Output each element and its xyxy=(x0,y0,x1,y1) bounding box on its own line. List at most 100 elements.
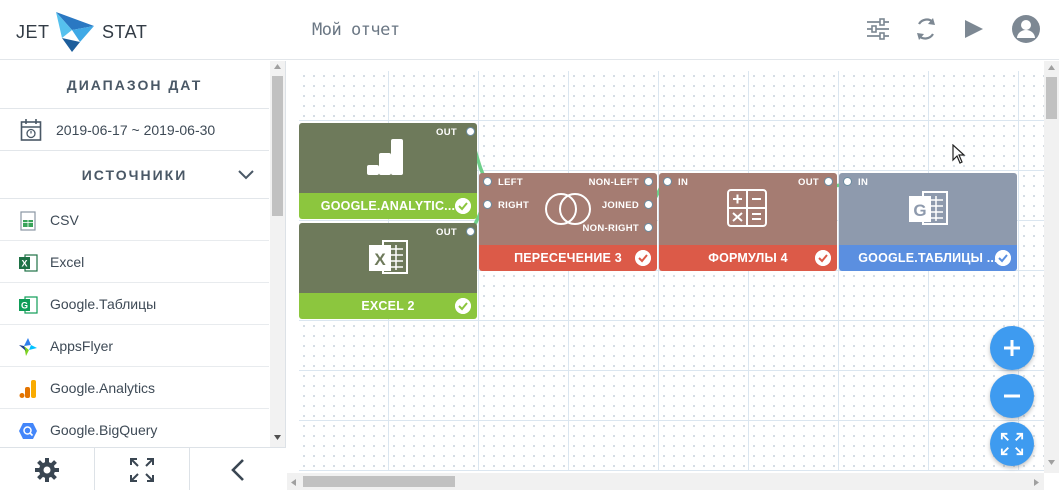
node-excel[interactable]: X OUT EXCEL 2 xyxy=(299,223,477,319)
sidebar-scrollbar[interactable] xyxy=(270,61,285,447)
intersection-venn-icon xyxy=(545,193,591,225)
chevron-down-icon[interactable] xyxy=(238,170,254,180)
node-footer: ФОРМУЛЫ 4 xyxy=(659,245,837,271)
port-label-out: OUT xyxy=(436,227,457,238)
fit-canvas-button[interactable] xyxy=(990,422,1034,466)
source-item-label: AppsFlyer xyxy=(50,338,114,354)
logo-text-right: STAT xyxy=(102,22,148,42)
port-label-in: IN xyxy=(858,177,869,188)
date-range-title: ДИАПАЗОН ДАТ xyxy=(66,77,203,93)
check-icon xyxy=(635,250,651,266)
expand-icon xyxy=(1000,432,1024,456)
flow-canvas[interactable]: OUT GOOGLE.ANALYTIC... X OUT EXCEL 2 LEF… xyxy=(287,61,1059,490)
plus-icon xyxy=(1004,340,1020,356)
port-label-out: OUT xyxy=(798,177,819,188)
canvas-horizontal-scrollbar[interactable] xyxy=(287,473,1044,490)
scroll-down-icon[interactable] xyxy=(1048,460,1055,465)
canvas-horizontal-scrollbar-thumb[interactable] xyxy=(303,476,455,487)
google-analytics-icon xyxy=(19,380,36,398)
port-label-joined: JOINED xyxy=(601,200,639,211)
output-port-joined[interactable] xyxy=(644,200,653,209)
calculator-icon xyxy=(727,189,767,227)
input-port[interactable] xyxy=(843,177,852,186)
canvas-vertical-scrollbar[interactable] xyxy=(1044,61,1059,473)
play-icon[interactable] xyxy=(958,14,988,44)
date-range-picker[interactable]: 2019-06-17 ~ 2019-06-30 xyxy=(0,109,269,151)
expand-icon xyxy=(130,457,154,482)
node-google-sheets[interactable]: IN G GOOGLE.ТАБЛИЦЫ ... xyxy=(839,173,1017,271)
google-sheets-icon: G xyxy=(19,296,38,314)
output-port[interactable] xyxy=(466,227,475,236)
excel-icon: X xyxy=(19,254,38,272)
node-title: GOOGLE.ТАБЛИЦЫ ... xyxy=(858,251,998,265)
check-icon xyxy=(815,250,831,266)
refresh-icon[interactable] xyxy=(911,14,941,44)
svg-text:G: G xyxy=(21,301,28,311)
svg-text:X: X xyxy=(374,250,386,269)
scroll-right-icon[interactable] xyxy=(1034,479,1039,486)
excel-node-icon: X xyxy=(369,240,408,274)
jetstat-logo[interactable]: JET STAT xyxy=(16,8,156,54)
port-label-right: RIGHT xyxy=(498,200,530,211)
source-item-label: Google.BigQuery xyxy=(50,422,158,438)
scroll-down-icon[interactable] xyxy=(274,435,281,440)
source-item-appsflyer[interactable]: AppsFlyer xyxy=(0,325,269,367)
source-item-excel[interactable]: X Excel xyxy=(0,241,269,283)
google-bigquery-icon xyxy=(19,423,37,439)
scroll-up-icon[interactable] xyxy=(1048,65,1055,70)
node-title: EXCEL 2 xyxy=(361,299,415,313)
scroll-up-icon[interactable] xyxy=(274,64,281,69)
node-intersection[interactable]: LEFT RIGHT NON-LEFT JOINED NON-RIGHT ПЕР… xyxy=(479,173,657,271)
settings-button[interactable] xyxy=(0,448,95,490)
sources-section-header[interactable]: ИСТОЧНИКИ xyxy=(0,151,269,199)
scroll-left-icon[interactable] xyxy=(291,479,296,486)
appsflyer-icon xyxy=(19,338,37,356)
app-header: JET STAT Мой отчет xyxy=(0,0,1059,60)
filter-settings-icon[interactable] xyxy=(863,14,893,44)
node-formulas[interactable]: IN OUT ФОРМУЛЫ 4 xyxy=(659,173,837,271)
output-port-non-left[interactable] xyxy=(644,177,653,186)
mouse-cursor-icon xyxy=(952,144,966,164)
zoom-in-button[interactable] xyxy=(990,326,1034,370)
node-google-analytics[interactable]: OUT GOOGLE.ANALYTIC... xyxy=(299,123,477,219)
collapse-sidebar-button[interactable] xyxy=(190,448,285,490)
node-title: ФОРМУЛЫ 4 xyxy=(708,251,788,265)
port-label-in: IN xyxy=(678,177,689,188)
report-title[interactable]: Мой отчет xyxy=(312,20,400,40)
source-item-google-sheets[interactable]: G Google.Таблицы xyxy=(0,283,269,325)
source-item-google-analytics[interactable]: Google.Analytics xyxy=(0,367,269,409)
source-item-label: Google.Analytics xyxy=(50,380,156,396)
node-title: GOOGLE.ANALYTIC... xyxy=(320,199,456,213)
fit-view-button[interactable] xyxy=(95,448,190,490)
zoom-out-button[interactable] xyxy=(990,374,1034,418)
input-port-right[interactable] xyxy=(483,200,492,209)
sidebar: ДИАПАЗОН ДАТ 2019-06-17 ~ 2019-06-30 ИСТ… xyxy=(0,61,286,490)
sidebar-toolbar xyxy=(0,447,286,490)
port-label-left: LEFT xyxy=(498,177,523,188)
google-sheets-node-icon: G xyxy=(909,191,948,225)
output-port[interactable] xyxy=(466,127,475,136)
bird-logo-icon xyxy=(56,12,94,52)
node-footer: GOOGLE.ТАБЛИЦЫ ... xyxy=(839,245,1017,271)
user-avatar-icon[interactable] xyxy=(1011,14,1041,44)
input-port[interactable] xyxy=(663,177,672,186)
node-footer: ПЕРЕСЕЧЕНИЕ 3 xyxy=(479,245,657,271)
output-port[interactable] xyxy=(824,177,833,186)
source-item-label: CSV xyxy=(50,212,79,228)
logo-text-left: JET xyxy=(16,22,50,42)
source-item-csv[interactable]: CSV xyxy=(0,199,269,241)
check-icon xyxy=(455,298,471,314)
source-item-google-bigquery[interactable]: Google.BigQuery xyxy=(0,409,269,451)
sidebar-scrollbar-thumb[interactable] xyxy=(272,76,283,216)
sources-title: ИСТОЧНИКИ xyxy=(81,167,188,183)
calendar-icon xyxy=(20,119,42,141)
csv-file-icon xyxy=(20,211,36,231)
node-title: ПЕРЕСЕЧЕНИЕ 3 xyxy=(514,251,622,265)
minus-icon xyxy=(1004,394,1020,398)
output-port-non-right[interactable] xyxy=(644,223,653,232)
source-item-label: Excel xyxy=(50,254,85,270)
svg-text:G: G xyxy=(913,201,926,220)
input-port-left[interactable] xyxy=(483,177,492,186)
canvas-vertical-scrollbar-thumb[interactable] xyxy=(1046,77,1057,119)
gear-icon xyxy=(35,457,59,482)
